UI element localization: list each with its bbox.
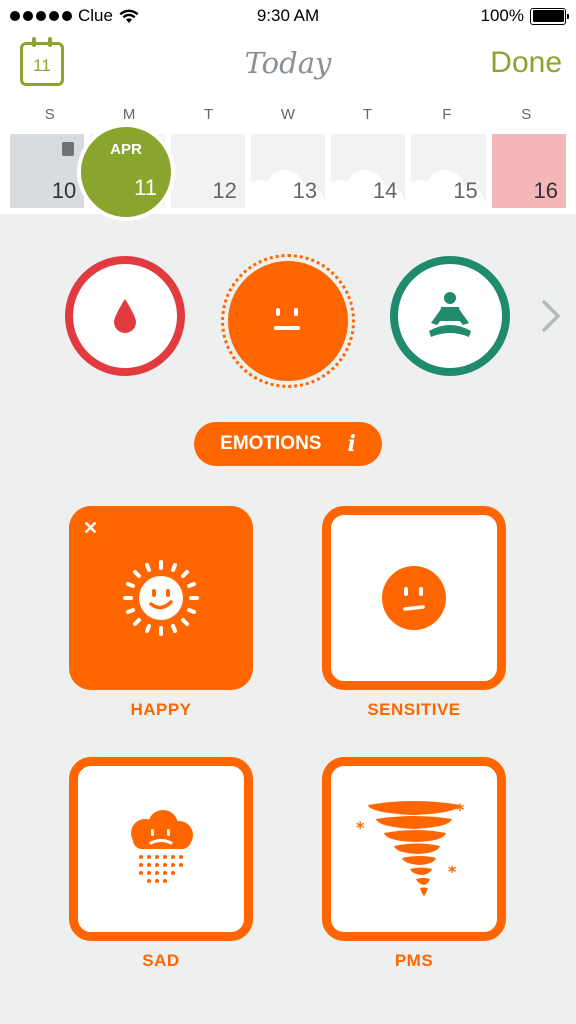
neutral-face-icon	[274, 308, 300, 330]
category-badge[interactable]: EMOTIONS i	[194, 422, 382, 466]
svg-text:*: *	[448, 862, 457, 881]
day-cell[interactable]: 15	[411, 134, 486, 208]
day-number: 15	[453, 178, 478, 203]
pms-option-label: PMS	[394, 951, 434, 970]
selected-day-number: 11	[134, 175, 157, 200]
happy-option-tile[interactable]: ✕	[69, 506, 253, 690]
day-number: 13	[292, 178, 318, 203]
selected-month: APR	[110, 141, 142, 158]
pill-icon	[62, 142, 74, 156]
weekday-row: S M T W T F S	[10, 106, 566, 123]
svg-text:*: *	[356, 818, 365, 837]
deselect-icon[interactable]: ✕	[83, 518, 98, 539]
day-cell[interactable]: 12	[170, 134, 245, 208]
day-cell[interactable]: 14	[331, 134, 406, 208]
day-number: 10	[51, 178, 77, 203]
selected-day-bubble[interactable]: APR 11	[77, 123, 175, 221]
rain-cloud-icon	[131, 810, 193, 883]
chevron-right-icon[interactable]	[540, 298, 564, 334]
svg-text:*: *	[456, 800, 465, 819]
day-cell[interactable]: 10	[10, 134, 85, 208]
day-number: 16	[533, 178, 558, 203]
period-category-button[interactable]	[65, 256, 185, 376]
meditation-category-button[interactable]	[390, 256, 510, 376]
sensitive-option-label: SENSITIVE	[367, 700, 461, 719]
weekday-label: W	[280, 106, 296, 123]
battery-percent: 100%	[480, 6, 524, 25]
weekday-label: T	[203, 106, 214, 123]
meditation-icon	[429, 292, 471, 337]
day-cell[interactable]: 16	[491, 134, 566, 208]
status-right: 100%	[480, 6, 569, 26]
battery-icon	[530, 7, 569, 25]
pms-option-tile[interactable]: * * *	[322, 757, 506, 941]
blood-drop-icon	[114, 299, 136, 333]
emotion-category-circle	[228, 261, 348, 381]
done-button[interactable]: Done	[490, 46, 562, 80]
weekday-label: T	[362, 106, 372, 123]
weekday-label: M	[122, 106, 136, 123]
status-bar: Clue 9:30 AM 100%	[0, 0, 576, 34]
weekday-label: S	[521, 106, 532, 123]
tornado-icon: * * *	[356, 800, 465, 896]
sad-option-tile[interactable]	[69, 757, 253, 941]
weekday-label: F	[442, 106, 452, 123]
category-badge-label: EMOTIONS	[220, 433, 322, 454]
happy-option-label: HAPPY	[130, 700, 192, 719]
day-number: 12	[212, 178, 237, 203]
day-number: 14	[372, 178, 398, 203]
day-cell[interactable]: 13	[250, 134, 326, 208]
worried-face-icon	[382, 566, 446, 630]
sensitive-option-tile[interactable]	[322, 506, 506, 690]
sun-face-icon	[123, 560, 199, 636]
sad-option-label: SAD	[142, 951, 180, 970]
emotion-category-button[interactable]	[221, 254, 355, 388]
info-icon[interactable]: i	[347, 431, 355, 457]
weekday-label: S	[44, 106, 55, 123]
